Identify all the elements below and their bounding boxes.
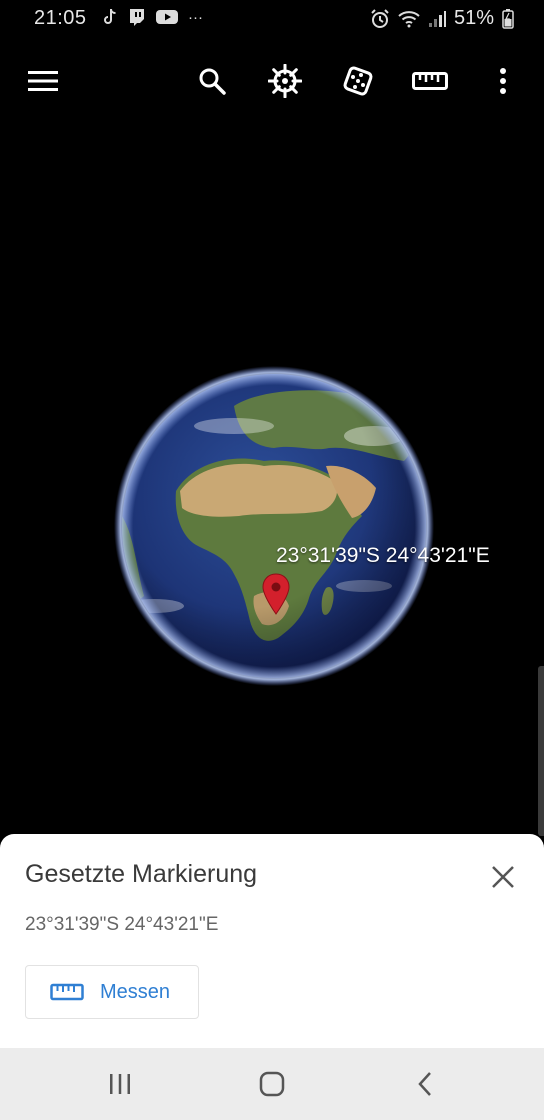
measure-tool-button[interactable] <box>409 60 451 102</box>
back-icon <box>418 1072 431 1096</box>
more-notifications-icon: ··· <box>188 8 203 26</box>
measure-button[interactable]: Messen <box>25 965 199 1019</box>
back-button[interactable] <box>403 1064 447 1104</box>
ruler-icon <box>412 72 448 90</box>
top-toolbar <box>0 52 544 108</box>
voyager-wheel-icon <box>268 64 302 98</box>
feeling-lucky-button[interactable] <box>337 60 379 102</box>
status-bar: 21:05 ··· 51% <box>0 0 544 38</box>
globe-graphic <box>114 366 434 686</box>
dice-icon <box>343 66 373 96</box>
ruler-icon <box>50 983 84 1001</box>
notification-icons: ··· <box>102 8 203 26</box>
status-right: 51% <box>370 7 514 30</box>
wifi-icon <box>398 10 420 27</box>
more-vert-icon <box>500 68 506 94</box>
battery-charging-icon <box>502 8 514 29</box>
tiktok-icon <box>104 8 116 24</box>
alarm-icon <box>371 8 389 28</box>
system-navigation-bar <box>0 1048 544 1120</box>
more-options-button[interactable] <box>482 60 524 102</box>
placemark-bottom-sheet: Gesetzte Markierung 23°31'39"S 24°43'21"… <box>0 834 544 1048</box>
status-time: 21:05 <box>34 7 87 29</box>
youtube-icon <box>156 10 178 24</box>
recent-apps-button[interactable] <box>98 1064 142 1104</box>
search-button[interactable] <box>191 60 233 102</box>
home-button[interactable] <box>250 1064 294 1104</box>
side-drawer-handle[interactable] <box>538 666 544 836</box>
placemark-coordinates: 23°31'39"S 24°43'21"E <box>25 914 219 935</box>
menu-icon <box>28 71 58 91</box>
twitch-icon <box>130 9 144 26</box>
voyager-button[interactable] <box>264 60 306 102</box>
placemark-pin[interactable] <box>261 572 291 616</box>
map-coordinate-label: 23°31'39"S 24°43'21"E <box>276 544 490 567</box>
signal-icon <box>428 10 446 27</box>
battery-percentage: 51% <box>453 7 494 29</box>
close-icon <box>492 866 514 888</box>
sheet-title: Gesetzte Markierung <box>25 860 258 888</box>
home-icon <box>259 1071 285 1097</box>
menu-button[interactable] <box>22 60 64 102</box>
measure-button-label: Messen <box>100 980 171 1003</box>
recent-apps-icon <box>110 1074 130 1094</box>
search-icon <box>199 68 226 95</box>
map-pin-icon <box>262 573 290 615</box>
close-button[interactable] <box>482 856 524 898</box>
earth-globe[interactable] <box>114 366 434 686</box>
